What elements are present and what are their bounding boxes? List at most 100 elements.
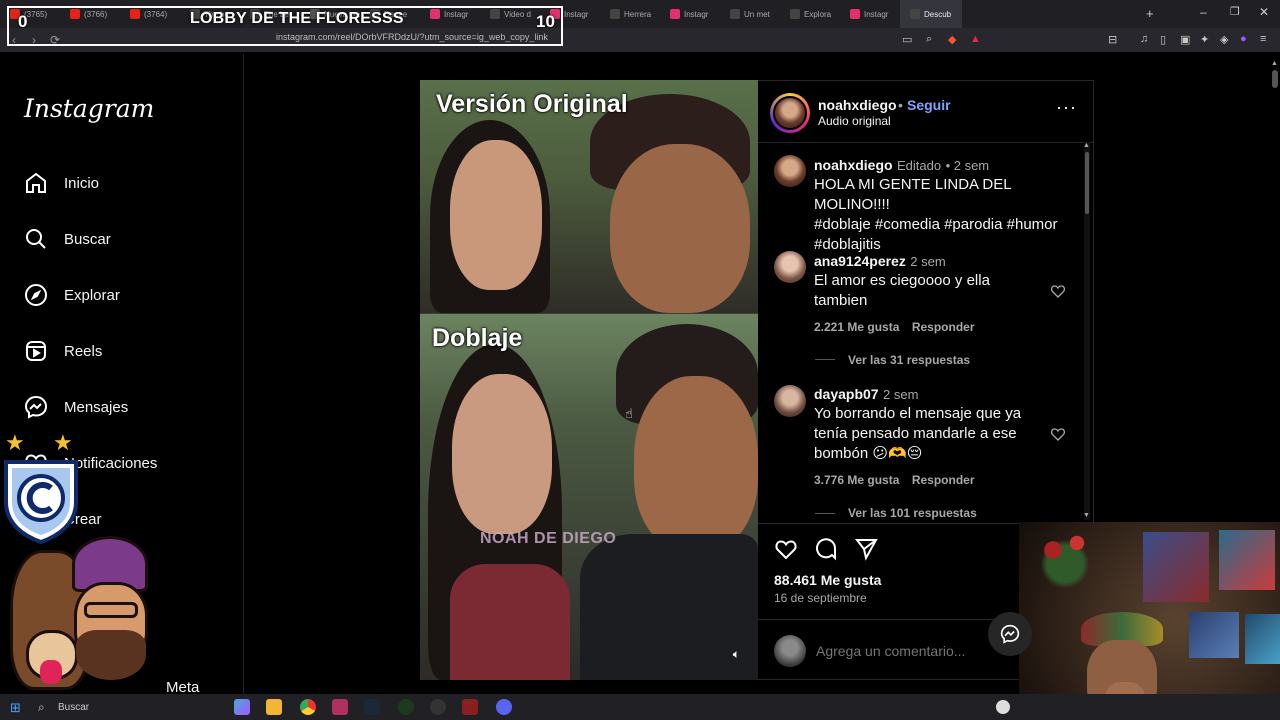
caption-hashtags[interactable]: #doblaje #comedia #parodia #humor — [814, 215, 1084, 235]
share-icon[interactable] — [854, 537, 878, 561]
woman-blouse — [450, 564, 570, 680]
browser-tab[interactable]: (3765) — [0, 0, 60, 28]
tab-label: (3765) — [24, 9, 48, 19]
more-options-icon[interactable]: ··· — [1056, 97, 1077, 118]
menu-icon[interactable]: ≡ — [1260, 33, 1266, 45]
tab-favicon-icon — [430, 9, 440, 19]
author-avatar[interactable] — [773, 96, 807, 130]
comment-like-icon[interactable] — [1050, 426, 1066, 442]
comment-likes[interactable]: 3.776 Me gusta — [814, 473, 899, 487]
brave-shield-icon[interactable]: ◆ — [948, 33, 956, 46]
sidebar-item-inicio[interactable]: Inicio — [24, 168, 99, 198]
windows-start-icon[interactable]: ⊞ — [10, 700, 21, 716]
maximize-button[interactable]: ❐ — [1230, 5, 1240, 18]
cast-icon[interactable]: ▭ — [902, 33, 912, 46]
file-explorer-icon[interactable] — [266, 699, 282, 715]
flowers — [1029, 522, 1109, 592]
wall-poster — [1245, 614, 1280, 664]
volume-icon[interactable]: 🔈︎ — [733, 647, 740, 662]
music-icon[interactable]: ♫ — [1140, 33, 1148, 45]
comments-scrollbar-thumb[interactable] — [1085, 152, 1089, 214]
browser-tab[interactable]: (3766) — [60, 0, 120, 28]
messenger-icon — [24, 395, 48, 419]
sidebar-item-mensajes[interactable]: Mensajes — [24, 392, 128, 422]
browser-tab[interactable]: Instagr — [420, 0, 480, 28]
browser-tab[interactable]: Instagr — [840, 0, 900, 28]
comment-icon[interactable] — [814, 537, 838, 561]
back-icon[interactable]: ‹ — [12, 33, 16, 47]
taskbar-search-icon[interactable]: ⌕ — [38, 700, 45, 715]
comment-like-icon[interactable] — [1050, 283, 1066, 299]
overlay-left-score: 0 — [18, 12, 28, 31]
comment-text: tenía pensado mandarle a ese — [814, 425, 1017, 442]
scroll-down-icon[interactable]: ▼ — [1083, 512, 1090, 519]
scroll-up-icon[interactable]: ▲ — [1083, 142, 1090, 149]
reply-button[interactable]: Responder — [912, 320, 975, 334]
browser-tab[interactable]: Instagr — [660, 0, 720, 28]
sidebar-item-explorar[interactable]: Explorar — [24, 280, 120, 310]
caption-avatar[interactable] — [774, 155, 806, 187]
panel-icon[interactable]: ▯ — [1160, 33, 1166, 46]
caption-doblaje: Doblaje — [432, 324, 523, 352]
view-replies-button[interactable]: Ver las 31 respuestas — [848, 353, 970, 367]
caption-hashtags[interactable]: #doblajitis — [814, 235, 1084, 255]
new-tab-button[interactable]: + — [1146, 6, 1154, 21]
app-icon[interactable] — [462, 699, 478, 715]
caption-username[interactable]: noahxdiego — [814, 157, 893, 173]
messenger-float-button[interactable] — [988, 612, 1032, 656]
browser-tab[interactable]: Un met — [720, 0, 780, 28]
address-bar[interactable]: instagram.com/reel/DOrbVFRDdzU/?utm_sour… — [276, 32, 548, 42]
comment-text: bombón 😕🫶😔 — [814, 445, 923, 462]
tab-label: Instagr — [684, 9, 709, 19]
audio-link[interactable]: Audio original — [818, 114, 891, 128]
likes-count[interactable]: 88.461 Me gusta — [774, 572, 881, 588]
comment-avatar[interactable] — [774, 251, 806, 283]
sidebar-toggle-icon[interactable]: ⊟ — [1108, 33, 1117, 46]
separator-dot: • — [898, 97, 903, 113]
xbox-icon[interactable] — [398, 699, 414, 715]
app-icon[interactable] — [430, 699, 446, 715]
browser-tab[interactable]: Explora — [780, 0, 840, 28]
vpn-icon[interactable]: ◈ — [1220, 33, 1228, 46]
browser-tab[interactable]: Video d — [480, 0, 540, 28]
instagram-logo[interactable]: Instagram — [24, 94, 154, 123]
comment-likes[interactable]: 2.221 Me gusta — [814, 320, 899, 334]
caption-original: Versión Original — [436, 90, 628, 118]
tray-icon[interactable] — [996, 700, 1010, 714]
forward-icon[interactable]: › — [32, 33, 36, 47]
browser-tab[interactable]: (3764) — [120, 0, 180, 28]
sidebar-item-buscar[interactable]: Buscar — [24, 224, 111, 254]
rewards-icon[interactable]: ▲ — [970, 33, 981, 45]
close-window-button[interactable]: ✕ — [1259, 5, 1269, 19]
separator-dot: • — [945, 158, 954, 173]
follow-button[interactable]: Seguir — [907, 97, 951, 113]
chrome-icon[interactable] — [300, 699, 316, 715]
reply-button[interactable]: Responder — [912, 473, 975, 487]
sidebar-item-reels[interactable]: Reels — [24, 336, 102, 366]
messenger-icon — [1000, 624, 1020, 644]
obs-icon[interactable] — [332, 699, 348, 715]
leo-icon[interactable]: ● — [1240, 33, 1247, 45]
woman-face — [452, 374, 552, 534]
browser-tab[interactable]: Descub — [900, 0, 962, 28]
view-replies-button[interactable]: Ver las 101 respuestas — [848, 506, 977, 520]
like-icon[interactable] — [774, 537, 798, 561]
comment-avatar[interactable] — [774, 385, 806, 417]
comment-username[interactable]: ana9124perez — [814, 253, 906, 269]
page-scrollbar-thumb[interactable] — [1272, 70, 1278, 88]
extension-icon[interactable]: ✦ — [1200, 33, 1209, 46]
discord-icon[interactable] — [496, 699, 512, 715]
taskbar-search-label[interactable]: Buscar — [58, 702, 89, 713]
minimize-button[interactable]: – — [1200, 5, 1207, 19]
page-scroll-icon[interactable]: ▲ — [1271, 60, 1278, 67]
reload-icon[interactable]: ⟳ — [50, 33, 60, 47]
browser-tab[interactable]: Herrera — [600, 0, 660, 28]
steam-icon[interactable] — [364, 699, 380, 715]
copilot-icon[interactable] — [234, 699, 250, 715]
reel-video[interactable]: Versión Original Doblaje NOAH DE DIEGO 🔈… — [420, 80, 758, 680]
author-username[interactable]: noahxdiego — [818, 97, 897, 113]
comment-username[interactable]: dayapb07 — [814, 386, 879, 402]
wallet-icon[interactable]: ▣ — [1180, 33, 1190, 46]
zoom-icon[interactable]: ⌕ — [926, 33, 932, 46]
sidebar-item-label: Buscar — [64, 230, 111, 248]
